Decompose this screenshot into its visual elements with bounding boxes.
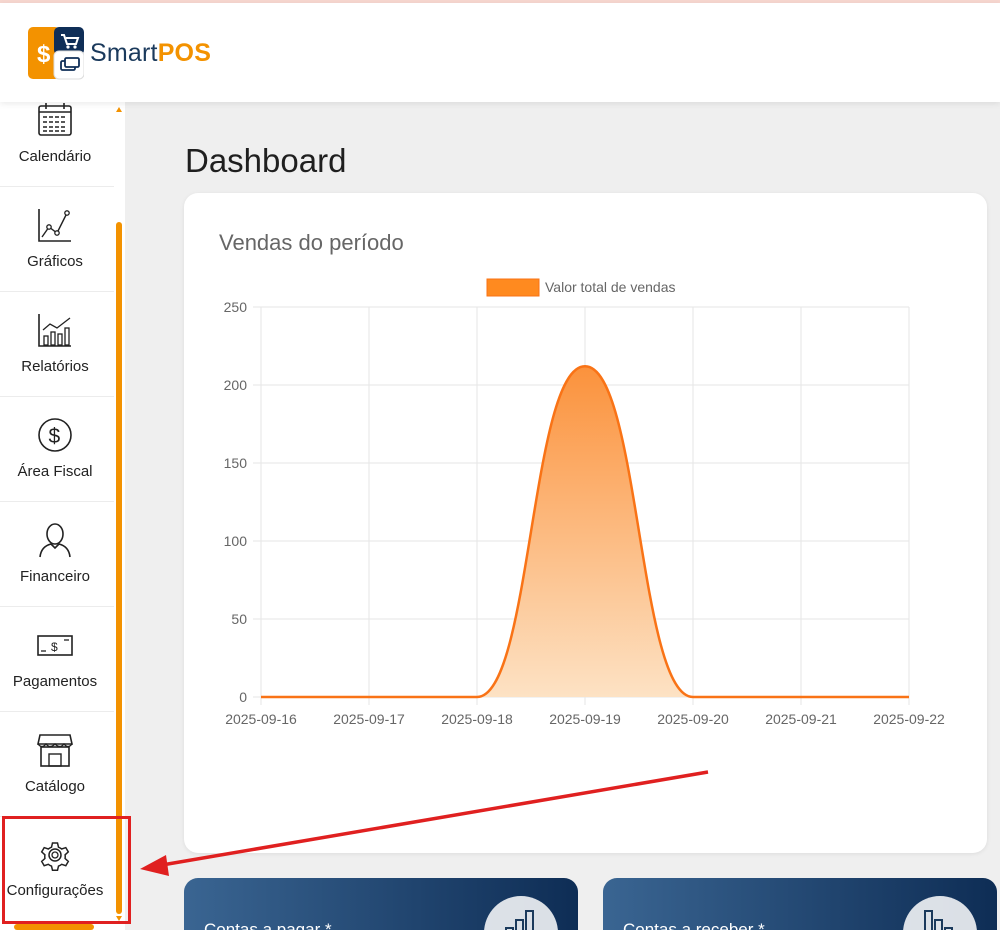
person-icon: [39, 523, 71, 558]
legend-label: Valor total de vendas: [545, 279, 676, 295]
sidebar-item-label: Área Fiscal: [17, 463, 93, 480]
sidebar-item-catalogo[interactable]: Catálogo: [0, 712, 114, 817]
sidebar-item-label: Pagamentos: [12, 673, 98, 690]
brand-name: SmartPOS: [90, 39, 211, 68]
y-tick-label: 0: [239, 689, 247, 705]
brand-name-regular: Smart: [90, 38, 158, 67]
sidebar-item-calendario[interactable]: Calendário: [0, 102, 114, 187]
y-tick-label: 50: [231, 611, 247, 627]
page-title: Dashboard: [185, 142, 347, 179]
bar-chart-icon: [38, 314, 71, 347]
sidebar-scrollbar-thumb[interactable]: [116, 222, 122, 914]
svg-text:$: $: [37, 41, 51, 68]
sidebar-nav: Calendário Gráficos Relatórios $ Área Fi…: [0, 102, 125, 930]
bar-chart-down-icon: [924, 910, 953, 930]
series-area-fill: [261, 366, 909, 697]
x-tick-label: 2025-09-18: [441, 711, 513, 727]
sidebar-horizontal-scrollbar[interactable]: [14, 924, 94, 930]
sales-chart-card: Vendas do período 0 50 100 150 200 250 2025-09…: [184, 193, 987, 853]
sidebar-item-relatorios[interactable]: Relatórios: [0, 292, 114, 397]
annotation-highlight-box: [2, 816, 131, 924]
svg-text:$: $: [51, 640, 58, 654]
dollar-circle-icon: $: [38, 418, 72, 452]
y-tick-label: 200: [224, 377, 248, 393]
sidebar-item-label: Calendário: [18, 148, 92, 165]
storefront-icon: [37, 734, 73, 767]
line-chart-icon: [38, 209, 71, 242]
sales-area-chart[interactable]: 0 50 100 150 200 250 2025-09-16 2025-09-17 2025-…: [184, 193, 987, 793]
x-tick-label: 2025-09-17: [333, 711, 405, 727]
stat-card-icon-circle: [903, 896, 977, 930]
legend-swatch: [486, 278, 540, 297]
sidebar-item-label: Relatórios: [21, 358, 89, 375]
sidebar-item-area-fiscal[interactable]: $ Área Fiscal: [0, 397, 114, 502]
brand-name-bold: POS: [157, 38, 212, 67]
bar-chart-up-icon: [505, 910, 534, 930]
calendar-icon: [38, 103, 72, 136]
x-tick-label: 2025-09-22: [873, 711, 945, 727]
app-header: $ SmartPOS: [0, 3, 1000, 102]
smartpos-logo-icon: $: [28, 27, 84, 80]
y-tick-label: 250: [224, 299, 248, 315]
app-logo[interactable]: $ SmartPOS: [28, 25, 211, 81]
x-tick-label: 2025-09-21: [765, 711, 837, 727]
y-tick-label: 150: [224, 455, 248, 471]
x-tick-label: 2025-09-19: [549, 711, 621, 727]
stat-card-icon-circle: [484, 896, 558, 930]
accounts-receivable-card[interactable]: Contas a receber *: [603, 878, 997, 930]
banknote-icon: $: [37, 635, 73, 656]
x-tick-label: 2025-09-20: [657, 711, 729, 727]
sidebar-item-label: Gráficos: [27, 253, 83, 270]
stat-card-label: Contas a receber *: [623, 920, 765, 930]
x-tick-label: 2025-09-16: [225, 711, 297, 727]
sidebar-item-pagamentos[interactable]: $ Pagamentos: [0, 607, 114, 712]
sidebar-item-financeiro[interactable]: Financeiro: [0, 502, 114, 607]
accounts-payable-card[interactable]: Contas a pagar *: [184, 878, 578, 930]
svg-text:$: $: [49, 425, 61, 448]
y-tick-label: 100: [224, 533, 248, 549]
scroll-up-arrow[interactable]: [116, 107, 122, 112]
sidebar-item-graficos[interactable]: Gráficos: [0, 187, 114, 292]
sidebar-item-label: Financeiro: [19, 568, 91, 585]
sidebar-item-label: Catálogo: [24, 778, 86, 795]
stat-card-label: Contas a pagar *: [204, 920, 332, 930]
